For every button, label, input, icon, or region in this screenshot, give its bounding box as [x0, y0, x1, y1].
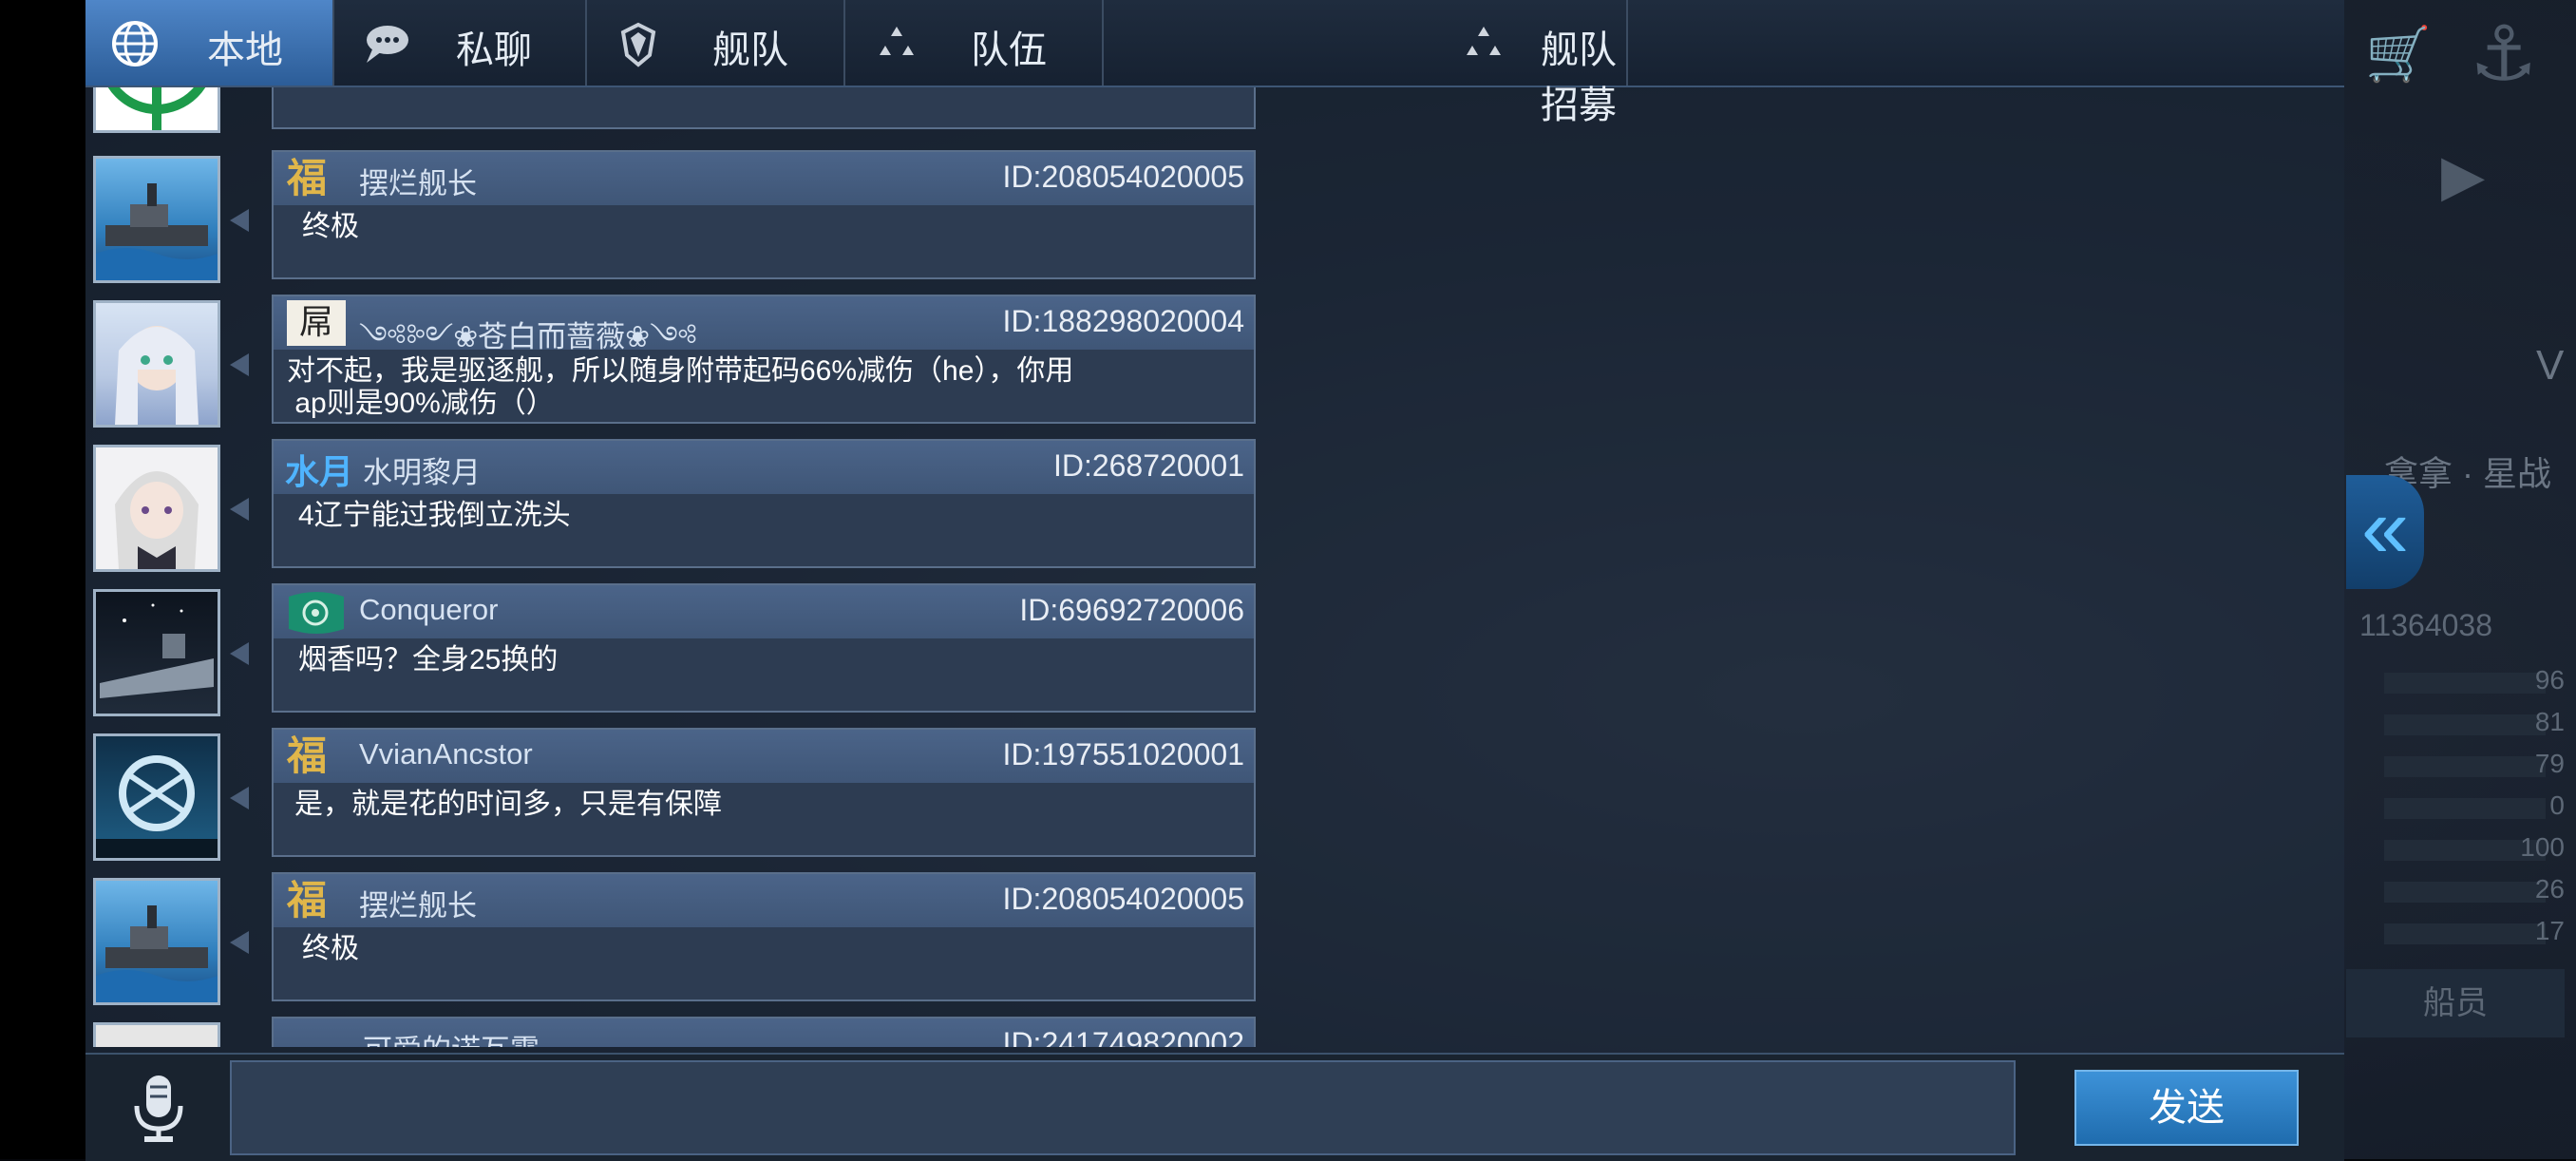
message-item: Conqueror ID:69692720006 烟香吗？全身25换的: [85, 583, 1263, 728]
team-dots-icon: [880, 27, 914, 55]
speech-bubble-icon: [367, 26, 408, 63]
sender-name[interactable]: 摆烂舰长: [359, 160, 477, 202]
tab-label: 舰队: [712, 29, 788, 71]
stat-row: 96: [2346, 665, 2565, 697]
message-header: 水月 水明黎月 ID:268720001: [274, 441, 1254, 494]
tab-fleet-recruit[interactable]: 舰队招募: [1106, 0, 1628, 126]
chat-input-bar: 发送: [85, 1053, 2344, 1161]
message-bubble: Conqueror ID:69692720006 烟香吗？全身25换的: [272, 583, 1256, 713]
sender-name[interactable]: VvianAncstor: [359, 737, 533, 771]
message-text: 终极: [302, 933, 359, 964]
tab-private-chat[interactable]: 私聊: [336, 0, 587, 86]
stat-row: 17: [2346, 916, 2565, 948]
bubble-pointer: [230, 353, 249, 376]
microphone-icon[interactable]: [125, 1072, 192, 1144]
green-flag-icon: [289, 592, 344, 634]
message-header: 福 摆烂舰长 ID:208054020005: [274, 874, 1254, 927]
sender-id: ID:268720001: [1052, 448, 1244, 483]
warship-avatar[interactable]: [93, 878, 220, 1005]
right-arrow-icon: ▶: [2441, 143, 2486, 207]
collapse-panel-button[interactable]: «: [2346, 475, 2424, 589]
stat-row: 0: [2346, 790, 2565, 823]
sender-name[interactable]: 水明黎月: [363, 448, 481, 491]
tab-label: 本地: [207, 29, 283, 71]
anime-girl-avatar[interactable]: [93, 300, 220, 428]
message-text: 终极: [302, 211, 359, 242]
left-letterbox: [0, 0, 85, 1159]
bubble-pointer: [230, 931, 249, 954]
green-emblem-avatar[interactable]: [93, 87, 220, 133]
fu-badge-icon: 福: [287, 877, 328, 923]
send-button[interactable]: 发送: [2074, 1070, 2299, 1146]
sender-name[interactable]: 摆烂舰长: [359, 882, 477, 924]
message-item: 福 VvianAncstor ID:197551020001 是，就是花的时间多…: [85, 728, 1263, 872]
recruit-dots-icon: [1467, 27, 1501, 55]
sender-name[interactable]: 可爱的诺瓦露: [363, 1026, 540, 1047]
chat-message-input[interactable]: [230, 1060, 2016, 1155]
globe-icon: [112, 21, 158, 67]
tab-team[interactable]: 队伍: [847, 0, 1104, 86]
tab-label: 舰队招募: [1541, 29, 1617, 126]
tab-fleet[interactable]: 舰队: [589, 0, 845, 86]
sender-id: ID:208054020005: [1002, 160, 1244, 194]
sender-name[interactable]: Conqueror: [359, 593, 498, 627]
message-text: 对不起，我是驱逐舰，所以随身附带起码66%减伤（he），你用 ap则是90%减伤…: [287, 355, 1074, 419]
message-text: 4辽宁能过我倒立洗头: [298, 500, 571, 531]
bubble-pointer: [230, 787, 249, 809]
anchor-icon: ⚓: [2470, 11, 2538, 96]
message-bubble: [272, 87, 1256, 129]
tab-local[interactable]: 本地: [85, 0, 334, 86]
bubble-pointer: [230, 642, 249, 665]
message-item: 水月 水明黎月 ID:268720001 4辽宁能过我倒立洗头: [85, 439, 1263, 583]
diao-badge-icon: 屌: [287, 300, 346, 346]
message-header: 福 摆烂舰长 ID:208054020005: [274, 152, 1254, 205]
grade-label: V: [2536, 342, 2565, 389]
shuiyue-tag: 水月: [285, 452, 354, 491]
stat-row: 79: [2346, 749, 2565, 781]
message-text: 烟香吗？全身25换的: [298, 644, 559, 676]
bubble-pointer: [230, 209, 249, 232]
message-list[interactable]: 福 摆烂舰长 ID:208054020005 终极 屌 ༺༻❀苍白而蔷薇❀༺ I…: [85, 87, 1263, 1047]
sender-id: ID:208054020005: [1002, 882, 1244, 916]
fu-badge-icon: 福: [287, 733, 328, 779]
sender-id: ID:69692720006: [1019, 593, 1244, 627]
stat-row: 26: [2346, 874, 2565, 906]
white-hair-avatar[interactable]: [93, 445, 220, 572]
message-header: 可爱的诺瓦露 ID:241749820002: [274, 1018, 1254, 1047]
message-item: 可爱的诺瓦露 ID:241749820002: [85, 1017, 1263, 1047]
tab-label: 队伍: [971, 29, 1047, 71]
message-item: 福 摆烂舰长 ID:208054020005 终极: [85, 872, 1263, 1017]
message-text: 是，就是花的时间多，只是有保障: [294, 789, 722, 820]
message-bubble: 福 摆烂舰长 ID:208054020005 终极: [272, 872, 1256, 1001]
message-item: 屌 ༺༻❀苍白而蔷薇❀༺ ID:188298020004 对不起，我是驱逐舰，所…: [85, 295, 1263, 439]
warship-avatar[interactable]: [93, 156, 220, 283]
message-item: [85, 87, 1263, 144]
fu-badge-icon: 福: [287, 155, 328, 201]
fleet-shield-icon: [620, 22, 656, 67]
sender-id: ID:241749820002: [1002, 1026, 1244, 1047]
shop-cart-icon: 🛒: [2365, 24, 2432, 84]
bubble-pointer: [230, 498, 249, 521]
stat-row: 100: [2346, 832, 2565, 865]
crew-button[interactable]: 船员: [2346, 969, 2565, 1037]
double-chevron-left-icon: «: [2360, 481, 2410, 576]
message-bubble: 可爱的诺瓦露 ID:241749820002: [272, 1017, 1256, 1047]
tab-label: 私聊: [456, 29, 532, 71]
message-header: Conqueror ID:69692720006: [274, 585, 1254, 638]
message-bubble: 水月 水明黎月 ID:268720001 4辽宁能过我倒立洗头: [272, 439, 1256, 568]
message-bubble: 屌 ༺༻❀苍白而蔷薇❀༺ ID:188298020004 对不起，我是驱逐舰，所…: [272, 295, 1256, 424]
ship-id-label: 11364038: [2359, 608, 2492, 642]
sender-id: ID:197551020001: [1002, 737, 1244, 771]
chat-tab-bar: 本地 私聊 舰队 队伍 舰队招募: [85, 0, 2344, 126]
partial-avatar[interactable]: [93, 1022, 220, 1047]
message-bubble: 福 VvianAncstor ID:197551020001 是，就是花的时间多…: [272, 728, 1256, 857]
message-bubble: 福 摆烂舰长 ID:208054020005 终极: [272, 150, 1256, 279]
message-item: 福 摆烂舰长 ID:208054020005 终极: [85, 150, 1263, 295]
message-header: 福 VvianAncstor ID:197551020001: [274, 730, 1254, 783]
sender-id: ID:188298020004: [1002, 304, 1244, 338]
star-destroyer-avatar[interactable]: [93, 589, 220, 716]
message-header: 屌 ༺༻❀苍白而蔷薇❀༺ ID:188298020004: [274, 296, 1254, 353]
stat-row: 81: [2346, 707, 2565, 739]
crosshair-avatar[interactable]: [93, 733, 220, 861]
